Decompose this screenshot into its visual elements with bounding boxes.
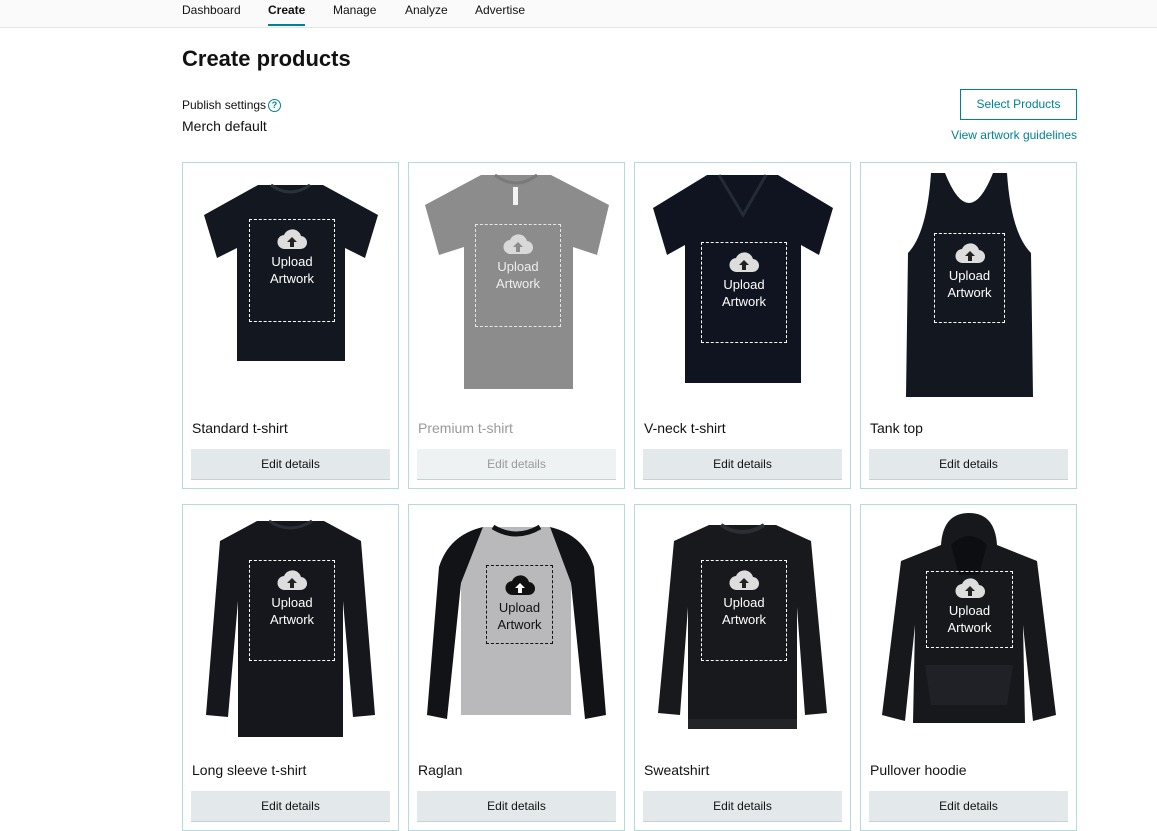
- publish-settings-value: Merch default: [182, 118, 267, 134]
- product-card-tank-top: Upload Artwork Tank top Edit details: [860, 162, 1077, 489]
- tab-dashboard[interactable]: Dashboard: [182, 3, 241, 17]
- cloud-upload-icon: [729, 252, 759, 273]
- cloud-upload-icon: [955, 243, 985, 264]
- product-name: Tank top: [870, 420, 923, 436]
- question-circle-icon[interactable]: ?: [268, 99, 281, 112]
- product-name: Sweatshirt: [644, 762, 710, 778]
- edit-details-button[interactable]: Edit details: [869, 449, 1068, 480]
- product-name: Raglan: [418, 762, 463, 778]
- artwork-guidelines-link[interactable]: View artwork guidelines: [951, 128, 1077, 142]
- upload-label-line1: Upload: [498, 600, 541, 615]
- product-name: Long sleeve t-shirt: [192, 762, 307, 778]
- edit-details-button: Edit details: [417, 449, 616, 480]
- upload-artwork-area[interactable]: Upload Artwork: [249, 219, 335, 322]
- product-name: Pullover hoodie: [870, 762, 967, 778]
- product-card-sweatshirt: Upload Artwork Sweatshirt Edit details: [634, 504, 851, 831]
- product-card-vneck-tshirt: Upload Artwork V-neck t-shirt Edit detai…: [634, 162, 851, 489]
- tab-advertise[interactable]: Advertise: [475, 3, 525, 17]
- top-nav: Dashboard Create Manage Analyze Advertis…: [0, 0, 1157, 28]
- page-title: Create products: [182, 46, 351, 71]
- upload-label-line1: Upload: [497, 259, 539, 274]
- edit-details-button[interactable]: Edit details: [191, 449, 390, 480]
- upload-label-line1: Upload: [723, 277, 765, 292]
- product-card-raglan: Upload Artwork Raglan Edit details: [408, 504, 625, 831]
- tab-manage[interactable]: Manage: [333, 3, 376, 17]
- product-card-pullover-hoodie: Upload Artwork Pullover hoodie Edit deta…: [860, 504, 1077, 831]
- cloud-upload-icon: [277, 570, 307, 591]
- upload-label-line1: Upload: [271, 254, 313, 269]
- upload-artwork-area[interactable]: Upload Artwork: [701, 560, 787, 661]
- product-name: Standard t-shirt: [192, 420, 288, 436]
- upload-label-line2: Artwork: [721, 612, 767, 627]
- tab-create[interactable]: Create: [268, 3, 306, 26]
- upload-label-line2: Artwork: [269, 612, 315, 627]
- tab-analyze[interactable]: Analyze: [405, 3, 448, 17]
- product-card-premium-tshirt: Upload Artwork Premium t-shirt Edit deta…: [408, 162, 625, 489]
- cloud-upload-icon: [503, 234, 533, 255]
- edit-details-button[interactable]: Edit details: [869, 791, 1068, 822]
- cloud-upload-icon: [277, 229, 307, 250]
- cloud-upload-icon: [955, 578, 985, 599]
- upload-artwork-area[interactable]: Upload Artwork: [701, 242, 787, 343]
- product-card-long-sleeve-tshirt: Upload Artwork Long sleeve t-shirt Edit …: [182, 504, 399, 831]
- upload-artwork-area[interactable]: Upload Artwork: [249, 560, 335, 661]
- edit-details-button[interactable]: Edit details: [191, 791, 390, 822]
- upload-artwork-area[interactable]: Upload Artwork: [486, 565, 553, 644]
- upload-label-line1: Upload: [723, 595, 765, 610]
- upload-label-line1: Upload: [271, 595, 313, 610]
- product-name: Premium t-shirt: [418, 420, 513, 436]
- select-products-button[interactable]: Select Products: [960, 89, 1077, 120]
- upload-label-line1: Upload: [948, 268, 991, 283]
- edit-details-button[interactable]: Edit details: [643, 449, 842, 480]
- upload-label-line2: Artwork: [721, 294, 767, 309]
- upload-artwork-area[interactable]: Upload Artwork: [926, 571, 1013, 648]
- upload-label-line2: Artwork: [495, 276, 541, 291]
- upload-label-line2: Artwork: [269, 271, 315, 286]
- upload-label-line2: Artwork: [947, 620, 992, 635]
- product-card-standard-tshirt: Upload Artwork Standard t-shirt Edit det…: [182, 162, 399, 489]
- upload-label-line1: Upload: [948, 603, 991, 618]
- cloud-upload-icon: [729, 570, 759, 591]
- edit-details-button[interactable]: Edit details: [643, 791, 842, 822]
- publish-settings-label: Publish settings: [182, 98, 267, 112]
- edit-details-button[interactable]: Edit details: [417, 791, 616, 822]
- cloud-upload-icon: [505, 575, 535, 596]
- upload-artwork-area[interactable]: Upload Artwork: [475, 224, 561, 327]
- upload-label-line2: Artwork: [947, 285, 992, 300]
- product-name: V-neck t-shirt: [644, 420, 726, 436]
- upload-artwork-area[interactable]: Upload Artwork: [934, 233, 1005, 323]
- upload-label-line2: Artwork: [497, 617, 542, 632]
